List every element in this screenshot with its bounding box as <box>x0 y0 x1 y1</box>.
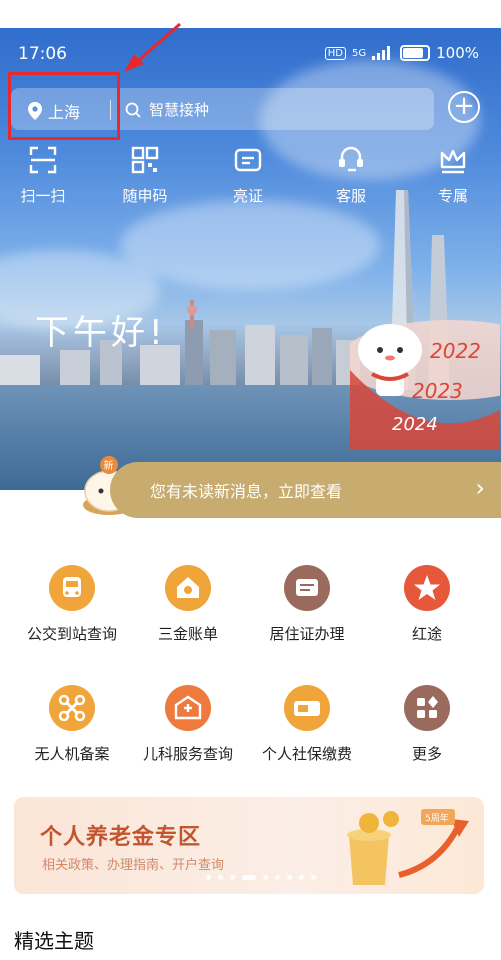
notice-banner[interactable]: 您有未读新消息，立即查看 › <box>110 462 501 518</box>
hero-banner: 17:06 HD 5G 100% 上海 智慧接种 + 扫一扫 随申码 亮证 客服… <box>0 0 501 490</box>
quick-action-label: 随申码 <box>122 187 168 205</box>
status-system-icons: HD 5G 100% <box>324 44 479 62</box>
status-time: 17:06 <box>18 44 67 64</box>
service-label: 红途 <box>411 625 442 643</box>
new-badge: 新 <box>104 459 114 472</box>
social-security-icon <box>284 685 330 731</box>
red-star-icon <box>404 565 450 611</box>
banner-year-text: 2022 <box>430 339 481 363</box>
quick-action-label: 亮证 <box>232 187 263 205</box>
service-residence-permit[interactable]: 居住证办理 <box>247 565 367 644</box>
banner-year-text: 2023 <box>412 379 463 403</box>
quick-action-qr-code[interactable]: 随申码 <box>110 145 180 206</box>
house-coin-icon <box>165 565 211 611</box>
quick-action-scan[interactable]: 扫一扫 <box>8 145 78 206</box>
service-red-route[interactable]: 红途 <box>367 565 487 644</box>
service-label: 个人社保缴费 <box>261 745 352 763</box>
bus-icon <box>49 565 95 611</box>
notice-text: 您有未读新消息，立即查看 <box>150 482 343 501</box>
search-input[interactable]: 智慧接种 <box>125 99 209 120</box>
service-label: 无人机备案 <box>34 745 110 763</box>
service-more[interactable]: 更多 <box>367 685 487 764</box>
carousel-indicator <box>206 875 316 880</box>
add-button[interactable]: + <box>448 91 480 123</box>
drone-icon <box>49 685 95 731</box>
status-bar: 17:06 HD 5G 100% <box>0 36 501 72</box>
quick-action-exclusive[interactable]: 专属 <box>418 145 488 206</box>
service-row-2: 无人机备案 儿科服务查询 个人社保缴费 更多 <box>0 685 501 785</box>
section-title: 精选主题 <box>14 929 94 953</box>
id-card-icon <box>234 148 262 172</box>
grid-more-icon <box>404 685 450 731</box>
banner-year-text: 2024 <box>392 414 438 435</box>
quick-action-label: 专属 <box>437 187 468 205</box>
search-icon <box>125 102 141 118</box>
hd-icon: HD <box>324 46 346 60</box>
search-placeholder: 智慧接种 <box>149 101 210 119</box>
coin-jar-graphic: 5周年 <box>347 809 469 885</box>
promo-tag: 5周年 <box>425 812 449 824</box>
service-label: 公交到站查询 <box>26 625 117 643</box>
service-label: 居住证办理 <box>269 625 345 643</box>
service-three-funds[interactable]: 三金账单 <box>128 565 248 644</box>
card-icon <box>284 565 330 611</box>
service-drone-registration[interactable]: 无人机备案 <box>12 685 132 764</box>
promo-subtitle: 相关政策、办理指南、开户查询 <box>42 858 225 873</box>
annotation-arrow-icon <box>124 22 181 72</box>
service-label: 三金账单 <box>157 625 218 643</box>
network-label: 5G <box>351 47 367 59</box>
promo-title: 个人养老金专区 <box>40 825 202 850</box>
service-bus-arrival[interactable]: 公交到站查询 <box>12 565 132 644</box>
pension-promo-banner[interactable]: 个人养老金专区 相关政策、办理指南、开户查询 5周年 <box>14 797 484 894</box>
quick-action-label: 扫一扫 <box>20 187 66 205</box>
battery-level: 100% <box>436 44 479 62</box>
customer-service-icon <box>339 146 363 172</box>
service-row-1: 公交到站查询 三金账单 居住证办理 红途 <box>0 565 501 665</box>
greeting-text: 下午好! <box>35 313 167 353</box>
battery-icon <box>400 45 431 61</box>
chevron-right-icon: › <box>475 474 485 502</box>
quick-actions: 扫一扫 随申码 亮证 客服 专属 <box>0 145 501 215</box>
qr-code-icon <box>131 146 159 174</box>
service-label: 儿科服务查询 <box>142 745 233 763</box>
top-white-strip <box>0 0 501 28</box>
quick-action-label: 客服 <box>335 187 366 205</box>
service-social-security[interactable]: 个人社保缴费 <box>247 685 367 764</box>
scan-icon <box>29 146 57 174</box>
hospital-icon <box>165 685 211 731</box>
signal-icon <box>372 46 394 60</box>
quick-action-show-id[interactable]: 亮证 <box>213 145 283 206</box>
annotation-highlight-box <box>8 72 120 140</box>
service-pediatrics[interactable]: 儿科服务查询 <box>128 685 248 764</box>
crown-icon <box>440 149 466 174</box>
service-label: 更多 <box>411 745 442 763</box>
anniversary-banner-graphic: 2022 2023 2024 <box>350 320 500 450</box>
quick-action-customer-service[interactable]: 客服 <box>316 145 386 206</box>
